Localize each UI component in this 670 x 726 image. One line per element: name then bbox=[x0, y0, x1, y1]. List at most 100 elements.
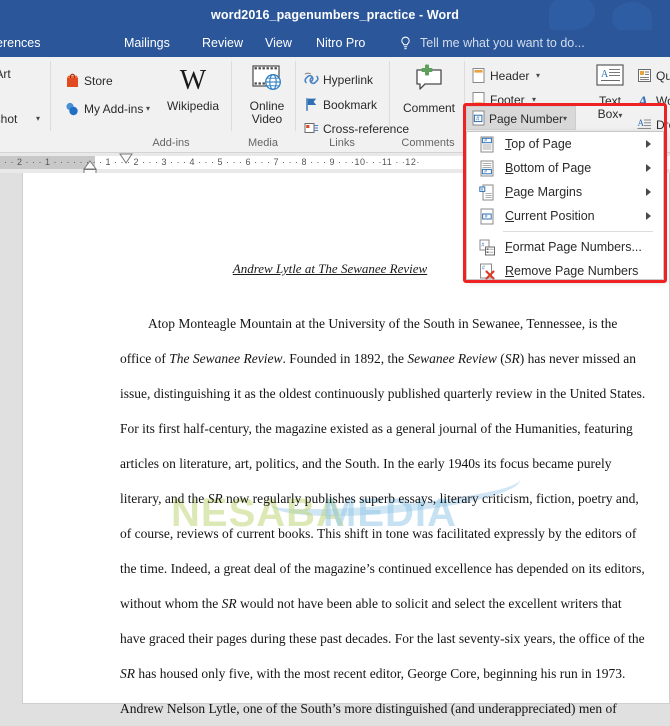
screenshot-label: nshot bbox=[0, 112, 18, 126]
online-video-label-line2: Video bbox=[251, 112, 283, 126]
menu-item-label: Current Position bbox=[505, 209, 595, 223]
page-number-button[interactable]: # Page Number ▾ bbox=[466, 106, 576, 130]
wordart-icon: A bbox=[637, 94, 648, 109]
menu-item-page-margins[interactable]: # Page Margins bbox=[467, 180, 663, 204]
bookmark-button[interactable]: Bookmark bbox=[303, 94, 393, 116]
lightbulb-icon bbox=[401, 36, 410, 50]
menu-item-bottom-of-page[interactable]: # Bottom of Page bbox=[467, 156, 663, 180]
chevron-down-icon[interactable]: ▾ bbox=[36, 108, 40, 130]
menu-item-label: Page Margins bbox=[505, 185, 583, 199]
online-video-button[interactable]: Online Video bbox=[240, 63, 294, 126]
header-icon bbox=[472, 68, 485, 83]
chart-button-clipped[interactable]: : bbox=[0, 87, 6, 109]
document-line: SR has housed only five, with the most r… bbox=[120, 666, 626, 681]
tab-references[interactable]: erences bbox=[0, 30, 46, 57]
svg-text:#: # bbox=[481, 243, 484, 249]
group-separator bbox=[50, 61, 51, 131]
store-icon bbox=[67, 73, 78, 87]
hyperlink-label: Hyperlink bbox=[323, 73, 374, 87]
bottom-of-page-icon: # bbox=[480, 160, 494, 177]
svg-text:#: # bbox=[482, 266, 485, 272]
document-line: Andrew Nelson Lytle, one of the South’s … bbox=[120, 701, 617, 716]
chevron-down-icon[interactable]: ▾ bbox=[618, 111, 622, 120]
header-label: Header bbox=[490, 69, 530, 83]
group-label-links: Links bbox=[329, 137, 355, 149]
document-line: have graced their pages during these pas… bbox=[120, 631, 645, 646]
document-line: articles on literature, art, politics, a… bbox=[120, 456, 612, 471]
tab-review[interactable]: Review bbox=[196, 30, 249, 57]
remove-page-numbers-icon: # bbox=[480, 263, 495, 280]
menu-item-top-of-page[interactable]: # Top of Page bbox=[467, 132, 663, 156]
menu-item-remove-page-numbers[interactable]: # Remove Page Numbers bbox=[467, 259, 663, 283]
svg-text:A: A bbox=[637, 94, 648, 109]
tab-nitro-pro[interactable]: Nitro Pro bbox=[310, 30, 371, 57]
svg-text:#: # bbox=[484, 138, 487, 144]
page-number-dropdown-menu[interactable]: # Top of Page # Bottom of Page # Page Margins… bbox=[466, 131, 664, 280]
tab-view[interactable]: View bbox=[259, 30, 298, 57]
document-line: literary, and the SR now regularly publi… bbox=[120, 491, 639, 506]
cross-reference-icon bbox=[304, 123, 318, 133]
menu-item-label: Format Page Numbers... bbox=[505, 240, 642, 254]
my-addins-button[interactable]: My Add-ins ▾ bbox=[64, 98, 154, 120]
my-addins-icon bbox=[66, 102, 78, 116]
wikipedia-icon: W bbox=[179, 65, 207, 96]
group-separator bbox=[231, 61, 232, 131]
text-box-label-line2: Box▾ bbox=[597, 107, 623, 121]
submenu-arrow-icon[interactable] bbox=[646, 164, 651, 172]
menu-separator bbox=[503, 231, 653, 232]
group-separator bbox=[295, 61, 296, 131]
wordart-button[interactable]: A Wor bbox=[636, 90, 670, 112]
comment-label: Comment bbox=[402, 101, 455, 115]
group-separator bbox=[389, 61, 390, 131]
chevron-down-icon[interactable]: ▾ bbox=[563, 107, 567, 131]
bookmark-label: Bookmark bbox=[323, 98, 378, 112]
tell-me-search-box[interactable]: Tell me what you want to do... bbox=[420, 30, 585, 57]
comment-button[interactable]: Comment bbox=[396, 63, 462, 115]
submenu-arrow-icon[interactable] bbox=[646, 140, 651, 148]
comment-icon bbox=[416, 64, 442, 90]
svg-text:#: # bbox=[485, 214, 488, 220]
document-line: issue, distinguishing it as the oldest c… bbox=[120, 386, 646, 401]
menu-item-label: Remove Page Numbers bbox=[505, 264, 639, 278]
text-box-button[interactable]: A Text Box▾ bbox=[586, 63, 634, 122]
group-label-media: Media bbox=[248, 137, 278, 149]
first-line-indent-marker[interactable] bbox=[118, 153, 134, 164]
document-line: office of The Sewanee Review. Founded in… bbox=[120, 351, 637, 366]
screenshot-button-clipped[interactable]: nshot ▾ bbox=[0, 108, 50, 130]
svg-text:#: # bbox=[476, 116, 480, 123]
store-label: Store bbox=[84, 74, 113, 88]
wikipedia-button[interactable]: W Wikipedia bbox=[156, 65, 230, 113]
online-video-icon bbox=[252, 65, 281, 90]
page-number-label: Page Number bbox=[489, 112, 564, 126]
chevron-down-icon[interactable]: ▾ bbox=[536, 65, 540, 87]
ribbon-tab-strip: erences Mailings Review View Nitro Pro T… bbox=[0, 30, 670, 57]
hyperlink-button[interactable]: Hyperlink bbox=[303, 69, 393, 91]
menu-item-current-position[interactable]: # Current Position bbox=[467, 204, 663, 228]
group-label-comments: Comments bbox=[401, 137, 455, 149]
chevron-down-icon[interactable]: ▾ bbox=[146, 98, 150, 120]
submenu-arrow-icon[interactable] bbox=[646, 212, 651, 220]
quick-parts-button[interactable]: Quic bbox=[636, 65, 670, 87]
header-button[interactable]: Header ▾ bbox=[470, 65, 570, 87]
menu-item-format-page-numbers[interactable]: # Format Page Numbers... bbox=[467, 235, 663, 259]
hyperlink-icon bbox=[304, 72, 319, 85]
title-bar: word2016_pagenumbers_practice - Word bbox=[0, 0, 670, 30]
word-application-window: word2016_pagenumbers_practice - Word ere… bbox=[0, 0, 670, 726]
quick-parts-label: Quic bbox=[656, 69, 670, 83]
wikipedia-label: Wikipedia bbox=[166, 99, 220, 113]
smartart-label: tArt bbox=[0, 67, 11, 81]
wordart-label: Wor bbox=[656, 94, 670, 108]
smartart-button-clipped[interactable]: tArt bbox=[0, 63, 42, 85]
text-box-icon: A bbox=[596, 64, 624, 86]
document-line: of course, reviews of current books. Thi… bbox=[120, 526, 637, 541]
window-title: word2016_pagenumbers_practice - Word bbox=[211, 8, 459, 22]
format-page-numbers-icon: # bbox=[479, 239, 495, 256]
submenu-arrow-icon[interactable] bbox=[646, 188, 651, 196]
svg-text:#: # bbox=[481, 187, 484, 192]
store-button[interactable]: Store bbox=[64, 70, 134, 92]
menu-item-label: Bottom of Page bbox=[505, 161, 592, 175]
tab-mailings[interactable]: Mailings bbox=[118, 30, 176, 57]
current-position-icon: # bbox=[480, 208, 494, 225]
document-line: For its first half-century, the magazine… bbox=[120, 421, 633, 436]
document-line: Atop Monteagle Mountain at the Universit… bbox=[148, 316, 618, 331]
